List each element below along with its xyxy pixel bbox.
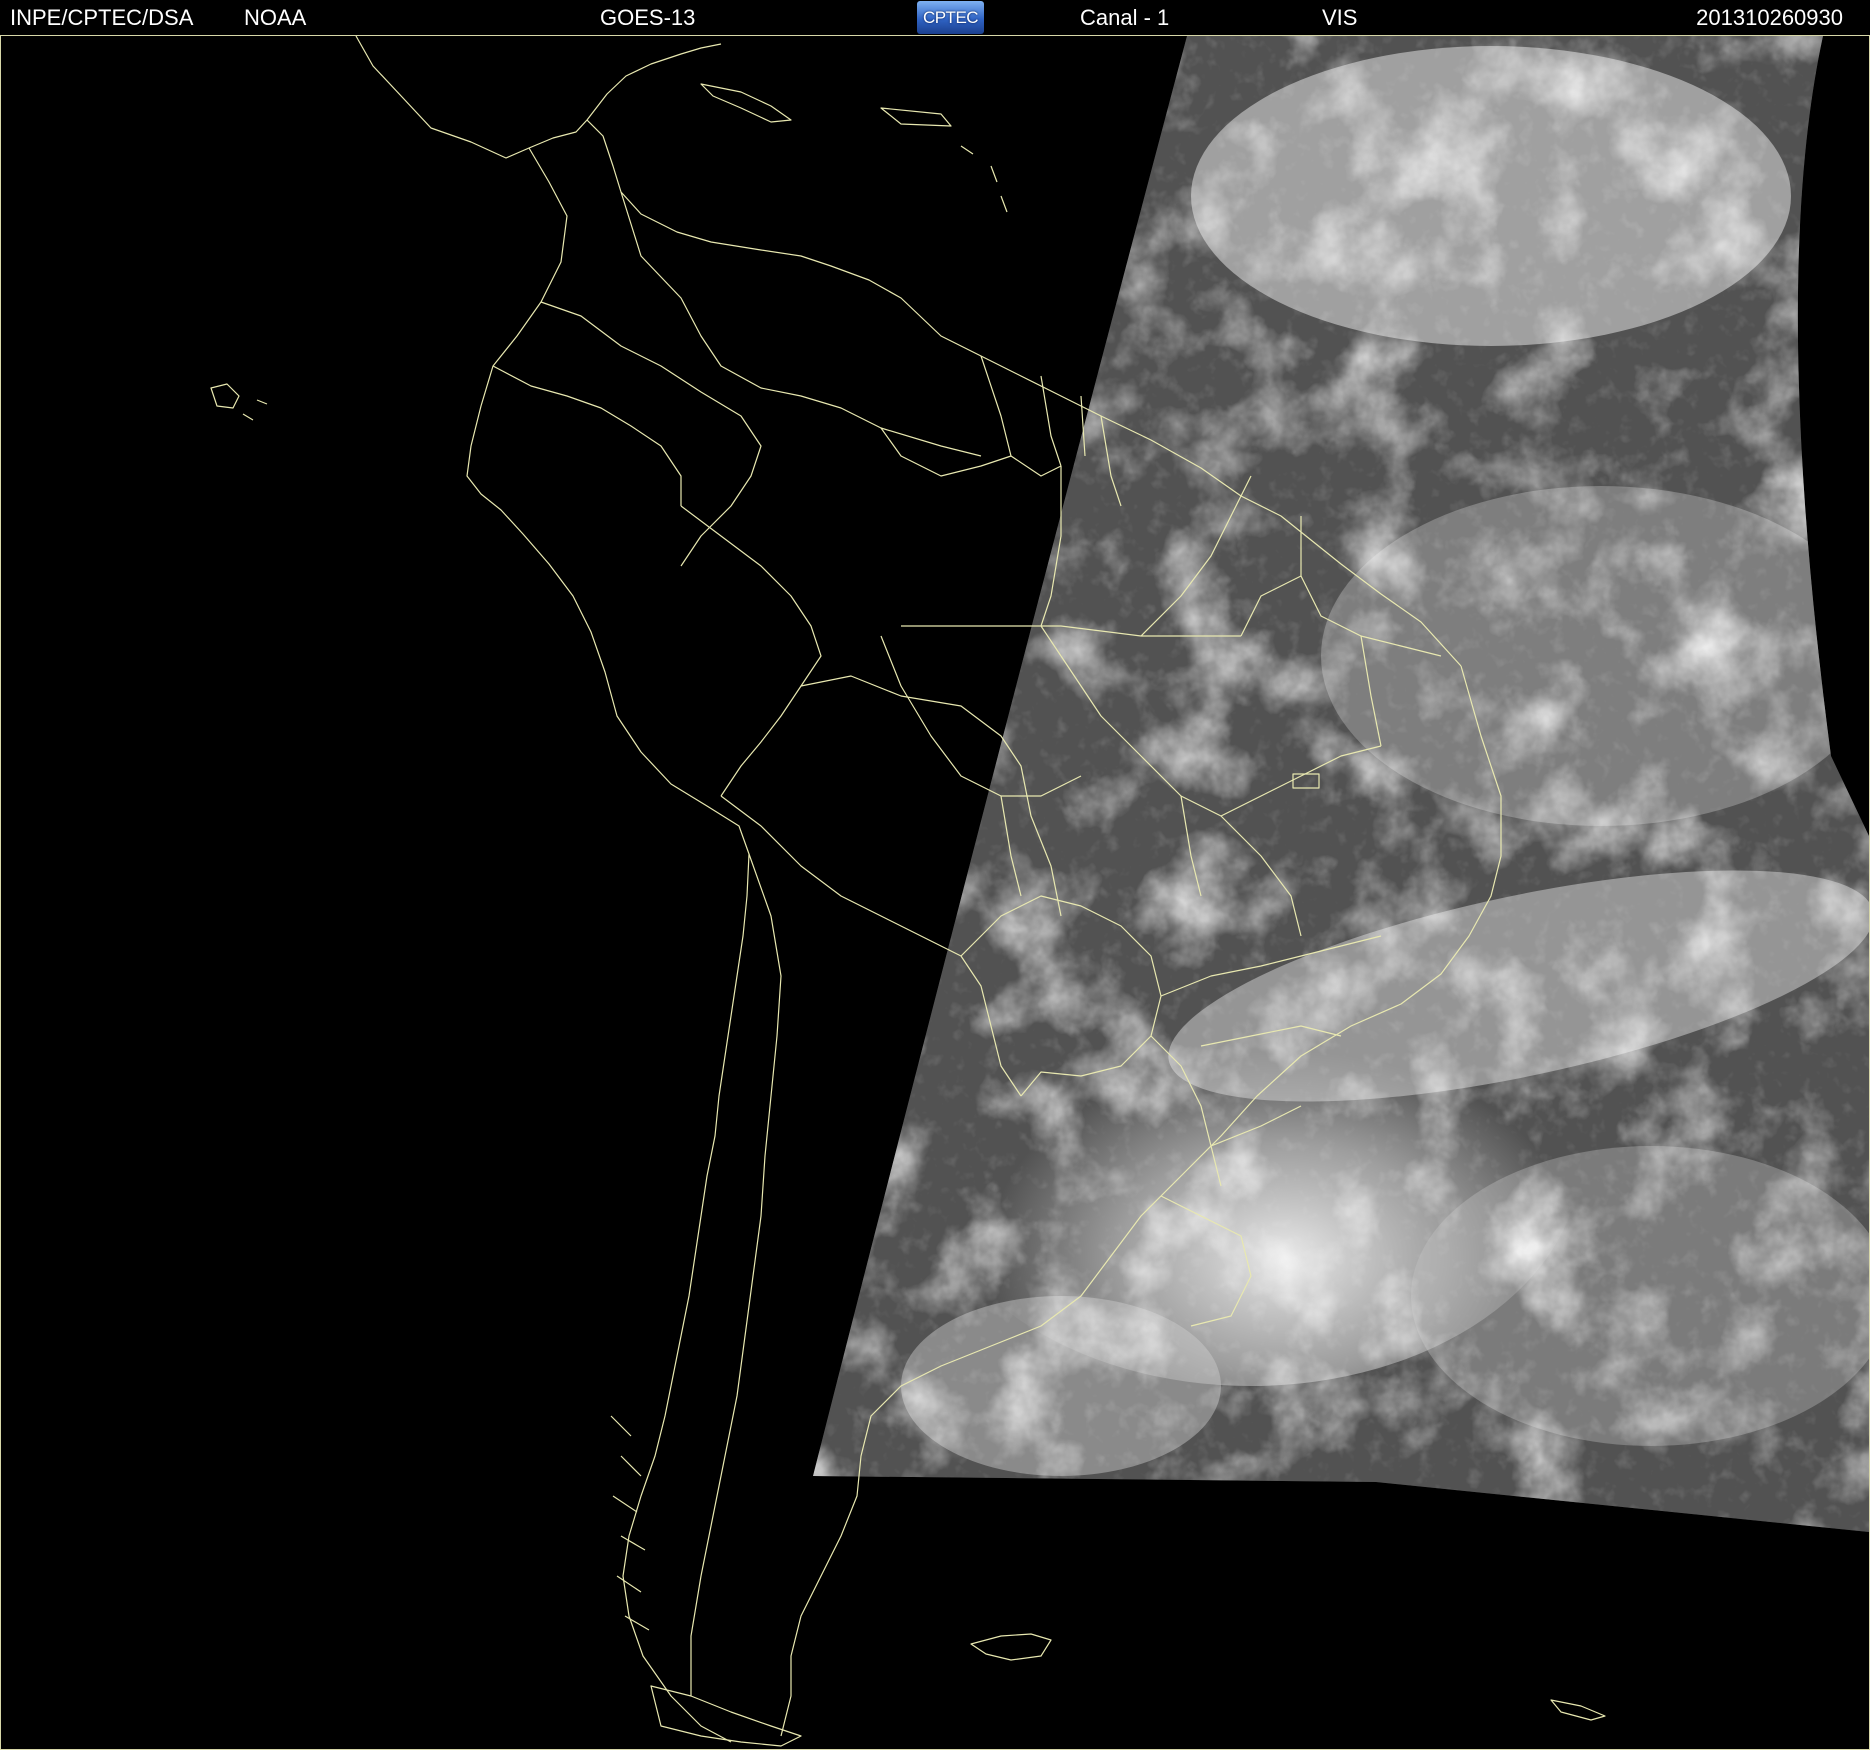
cloud-imagery-swath [813, 36, 1869, 1532]
cptec-logo: CPTEC [917, 1, 984, 34]
ecuador-peru-border [492, 365, 682, 506]
tierra-del-fuego [650, 1685, 802, 1747]
timestamp-label: 201310260930 [1696, 5, 1843, 30]
south-georgia [1550, 1699, 1606, 1721]
channel-label: Canal - 1 [1080, 5, 1170, 30]
fjord-fragments [610, 1415, 650, 1631]
agency-label: NOAA [244, 5, 307, 30]
cptec-logo-text: CPTEC [922, 7, 979, 27]
band-label: VIS [1322, 5, 1358, 30]
falkland-islands [970, 1633, 1052, 1661]
satellite-map-svg [210, 36, 1869, 1747]
central-america-coast [355, 36, 722, 159]
image-header-bar: INPE/CPTEC/DSA NOAA GOES-13 CPTEC Canal … [0, 0, 1870, 36]
galapagos-islands [210, 383, 268, 421]
institution-label: INPE/CPTEC/DSA [10, 5, 194, 30]
peru-brazil-border [680, 505, 822, 797]
satellite-label: GOES-13 [600, 5, 696, 30]
pacific-coast [466, 147, 750, 1743]
venezuela-brazil-border [880, 427, 1062, 477]
cuba-island [700, 83, 792, 123]
colombia-border-south [540, 301, 762, 567]
antilles-islands [880, 107, 1008, 213]
satellite-map [0, 36, 1870, 1750]
